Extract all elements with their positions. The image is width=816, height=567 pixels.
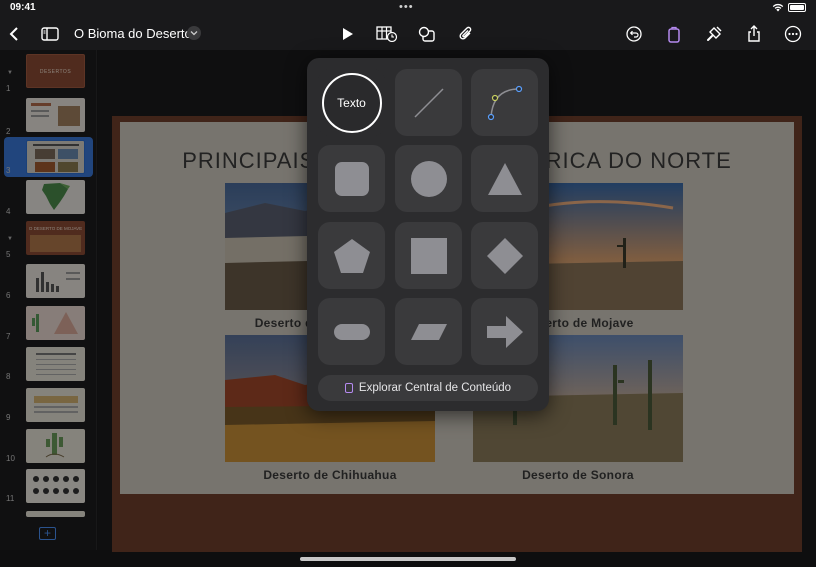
back-chevron-icon[interactable] (0, 18, 28, 50)
table-insert-icon[interactable] (373, 18, 401, 50)
multitasking-dots-icon[interactable]: ••• (399, 1, 414, 13)
circle-icon (410, 160, 447, 197)
home-indicator[interactable] (300, 557, 516, 561)
curve-icon (487, 85, 522, 120)
curve-shape-tile[interactable] (471, 69, 538, 136)
arrow-right-icon (486, 315, 523, 348)
parallelogram-tile[interactable] (395, 298, 462, 365)
toolbar: O Bioma do Deserto (0, 18, 816, 50)
rounded-square-icon (334, 161, 369, 196)
text-box-tile[interactable]: Texto (318, 69, 385, 136)
title-menu-chevron-icon[interactable] (187, 26, 201, 40)
pentagon-icon (333, 238, 370, 273)
line-icon (413, 87, 444, 118)
triangle-tile[interactable] (471, 145, 538, 212)
more-options-icon[interactable] (779, 18, 807, 50)
sidebar-toggle-icon[interactable] (36, 18, 64, 50)
explore-content-hub-label: Explorar Central de Conteúdo (358, 382, 512, 394)
content-bag-icon (344, 383, 353, 393)
status-time: 09:41 (10, 2, 36, 13)
document-title[interactable]: O Bioma do Deserto (74, 26, 192, 41)
wifi-icon (772, 3, 784, 12)
paperclip-icon[interactable] (452, 18, 480, 50)
shapes-insert-icon[interactable] (413, 18, 441, 50)
battery-icon (788, 3, 806, 12)
status-bar: 09:41 ••• (0, 0, 816, 16)
play-icon[interactable] (334, 18, 362, 50)
square-tile[interactable] (395, 222, 462, 289)
explore-content-hub-button[interactable]: Explorar Central de Conteúdo (318, 375, 538, 401)
share-icon[interactable] (740, 18, 768, 50)
rounded-square-tile[interactable] (318, 145, 385, 212)
line-shape-tile[interactable] (395, 69, 462, 136)
arrow-tile[interactable] (471, 298, 538, 365)
content-library-icon[interactable] (660, 18, 688, 50)
text-box-label: Texto (321, 72, 382, 133)
app-root: 09:41 ••• O Bioma do Deserto ▼ 1 DESERTO… (0, 0, 816, 567)
shapes-popover: Texto Explorar Central de Conteúdo (307, 58, 549, 411)
pill-tile[interactable] (318, 298, 385, 365)
parallelogram-icon (410, 323, 447, 340)
undo-icon[interactable] (620, 18, 648, 50)
triangle-icon (487, 162, 522, 195)
pill-icon (333, 323, 370, 340)
square-icon (410, 237, 447, 274)
diamond-icon (486, 237, 523, 274)
circle-tile[interactable] (395, 145, 462, 212)
diamond-tile[interactable] (471, 222, 538, 289)
format-brush-icon[interactable] (700, 18, 728, 50)
pentagon-tile[interactable] (318, 222, 385, 289)
